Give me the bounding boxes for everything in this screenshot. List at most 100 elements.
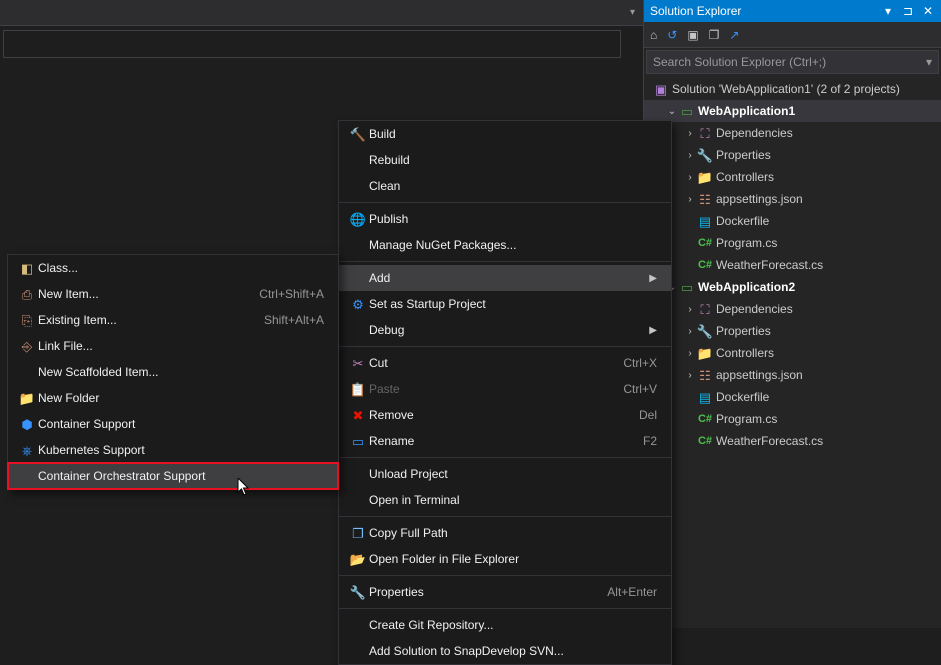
editor-empty-frame bbox=[3, 30, 621, 58]
menu-copypath[interactable]: ❐Copy Full Path bbox=[339, 520, 671, 546]
solution-node[interactable]: ▣ Solution 'WebApplication1' (2 of 2 pro… bbox=[644, 78, 941, 100]
menu-nuget[interactable]: Manage NuGet Packages... bbox=[339, 232, 671, 258]
editor-tabwell: ▾ bbox=[0, 0, 643, 26]
search-placeholder: Search Solution Explorer (Ctrl+;) bbox=[653, 55, 926, 69]
solution-tree[interactable]: ▣ Solution 'WebApplication1' (2 of 2 pro… bbox=[644, 76, 941, 628]
json-icon: ☷ bbox=[699, 369, 711, 382]
add-submenu: ◧Class... ⎙New Item...Ctrl+Shift+A ⎘Exis… bbox=[7, 254, 339, 490]
folder-icon: 📁 bbox=[697, 347, 713, 360]
submenu-arrow-icon: ▶ bbox=[649, 325, 657, 336]
menu-startup[interactable]: ⚙Set as Startup Project bbox=[339, 291, 671, 317]
tree-item-programcs[interactable]: C#Program.cs bbox=[644, 408, 941, 430]
tree-item-dependencies[interactable]: ›⛶Dependencies bbox=[644, 122, 941, 144]
newfolder-icon: 📁 bbox=[19, 392, 35, 405]
submenu-container-orchestrator-support[interactable]: Container Orchestrator Support bbox=[8, 463, 338, 489]
panel-header[interactable]: Solution Explorer ▾ ⊐ ✕ bbox=[644, 0, 941, 22]
context-menu: 🔨Build Rebuild Clean 🌐Publish Manage NuG… bbox=[338, 120, 672, 665]
wrench-icon: 🔧 bbox=[697, 325, 713, 338]
tree-item-dependencies[interactable]: ›⛶Dependencies bbox=[644, 298, 941, 320]
solution-explorer: Solution Explorer ▾ ⊐ ✕ ⌂ ↺ ▣ ❐ ↗ Search… bbox=[643, 0, 941, 628]
menu-publish[interactable]: 🌐Publish bbox=[339, 206, 671, 232]
panel-title: Solution Explorer bbox=[650, 4, 881, 18]
globe-icon: 🌐 bbox=[350, 213, 366, 226]
menu-properties[interactable]: 🔧PropertiesAlt+Enter bbox=[339, 579, 671, 605]
separator bbox=[339, 346, 671, 347]
scissors-icon: ✂ bbox=[353, 357, 364, 370]
submenu-linkfile[interactable]: ⎆Link File... bbox=[8, 333, 338, 359]
newitem-icon: ⎙ bbox=[22, 288, 32, 301]
menu-svn[interactable]: Add Solution to SnapDevelop SVN... bbox=[339, 638, 671, 664]
tree-item-dockerfile[interactable]: ▤Dockerfile bbox=[644, 210, 941, 232]
close-icon[interactable]: ✕ bbox=[921, 4, 935, 18]
submenu-existingitem[interactable]: ⎘Existing Item...Shift+Alt+A bbox=[8, 307, 338, 333]
tree-item-weatherforecast[interactable]: C#WeatherForecast.cs bbox=[644, 254, 941, 276]
menu-cut[interactable]: ✂CutCtrl+X bbox=[339, 350, 671, 376]
menu-git[interactable]: Create Git Repository... bbox=[339, 612, 671, 638]
tree-item-controllers[interactable]: ›📁Controllers bbox=[644, 342, 941, 364]
tree-item-programcs[interactable]: C#Program.cs bbox=[644, 232, 941, 254]
expander-icon[interactable]: › bbox=[684, 128, 696, 139]
project-label: WebApplication2 bbox=[698, 280, 795, 294]
menu-clean[interactable]: Clean bbox=[339, 173, 671, 199]
tree-item-appsettings[interactable]: ›☷appsettings.json bbox=[644, 364, 941, 386]
menu-rebuild[interactable]: Rebuild bbox=[339, 147, 671, 173]
showall-icon[interactable]: ↗ bbox=[729, 28, 739, 42]
menu-build[interactable]: 🔨Build bbox=[339, 121, 671, 147]
kubernetes-icon: ⎈ bbox=[22, 444, 32, 457]
panel-menu-icon[interactable]: ▾ bbox=[881, 4, 895, 18]
submenu-class[interactable]: ◧Class... bbox=[8, 255, 338, 281]
solution-label: Solution 'WebApplication1' (2 of 2 proje… bbox=[672, 82, 900, 96]
copy-icon: ❐ bbox=[352, 527, 364, 540]
menu-debug[interactable]: Debug▶ bbox=[339, 317, 671, 343]
home-icon[interactable]: ⌂ bbox=[650, 28, 657, 42]
menu-openfolder[interactable]: 📂Open Folder in File Explorer bbox=[339, 546, 671, 572]
cs-icon: C# bbox=[698, 238, 712, 249]
tree-item-weatherforecast[interactable]: C#WeatherForecast.cs bbox=[644, 430, 941, 452]
menu-terminal[interactable]: Open in Terminal bbox=[339, 487, 671, 513]
folder-icon: 📁 bbox=[697, 171, 713, 184]
search-input[interactable]: Search Solution Explorer (Ctrl+;) ▾ bbox=[646, 50, 939, 74]
clipboard-icon: 📋 bbox=[350, 383, 366, 396]
project-node-webapplication1[interactable]: ⌄ ▭ WebApplication1 bbox=[644, 100, 941, 122]
wrench-icon: 🔧 bbox=[697, 149, 713, 162]
dependencies-icon: ⛶ bbox=[700, 303, 709, 316]
csproj-icon: ▭ bbox=[681, 105, 693, 118]
tree-item-dockerfile[interactable]: ▤Dockerfile bbox=[644, 386, 941, 408]
tree-item-controllers[interactable]: ›📁Controllers bbox=[644, 166, 941, 188]
submenu-kubernetes-support[interactable]: ⎈Kubernetes Support bbox=[8, 437, 338, 463]
pin-icon[interactable]: ⊐ bbox=[901, 4, 915, 18]
linkfile-icon: ⎆ bbox=[22, 340, 32, 353]
tree-item-properties[interactable]: ›🔧Properties bbox=[644, 320, 941, 342]
dependencies-icon: ⛶ bbox=[700, 127, 709, 140]
separator bbox=[339, 261, 671, 262]
separator bbox=[339, 202, 671, 203]
menu-rename[interactable]: ▭RenameF2 bbox=[339, 428, 671, 454]
cs-icon: C# bbox=[698, 436, 712, 447]
tree-item-properties[interactable]: ›🔧Properties bbox=[644, 144, 941, 166]
hammer-icon: 🔨 bbox=[350, 128, 366, 141]
csproj-icon: ▭ bbox=[681, 281, 693, 294]
separator bbox=[339, 575, 671, 576]
submenu-scaffold[interactable]: New Scaffolded Item... bbox=[8, 359, 338, 385]
menu-unload[interactable]: Unload Project bbox=[339, 461, 671, 487]
sync-icon[interactable]: ↺ bbox=[667, 28, 677, 42]
delete-icon: ✖ bbox=[353, 409, 364, 422]
separator bbox=[339, 516, 671, 517]
chevron-down-icon[interactable]: ▾ bbox=[926, 55, 932, 69]
tree-item-appsettings[interactable]: ›☷appsettings.json bbox=[644, 188, 941, 210]
expander-icon[interactable]: ⌄ bbox=[666, 106, 678, 117]
panel-toolbar: ⌂ ↺ ▣ ❐ ↗ bbox=[644, 22, 941, 48]
collapse-icon[interactable]: ▣ bbox=[687, 28, 698, 42]
submenu-newitem[interactable]: ⎙New Item...Ctrl+Shift+A bbox=[8, 281, 338, 307]
copy-icon[interactable]: ❐ bbox=[709, 28, 720, 42]
menu-remove[interactable]: ✖RemoveDel bbox=[339, 402, 671, 428]
editor-dropdown-icon[interactable]: ▾ bbox=[626, 5, 639, 20]
json-icon: ☷ bbox=[699, 193, 711, 206]
menu-add[interactable]: Add▶ bbox=[339, 265, 671, 291]
submenu-container-support[interactable]: ⬢Container Support bbox=[8, 411, 338, 437]
wrench-icon: 🔧 bbox=[350, 586, 366, 599]
existingitem-icon: ⎘ bbox=[22, 314, 32, 327]
project-node-webapplication2[interactable]: ⌄ ▭ WebApplication2 bbox=[644, 276, 941, 298]
class-icon: ◧ bbox=[21, 262, 33, 275]
submenu-newfolder[interactable]: 📁New Folder bbox=[8, 385, 338, 411]
